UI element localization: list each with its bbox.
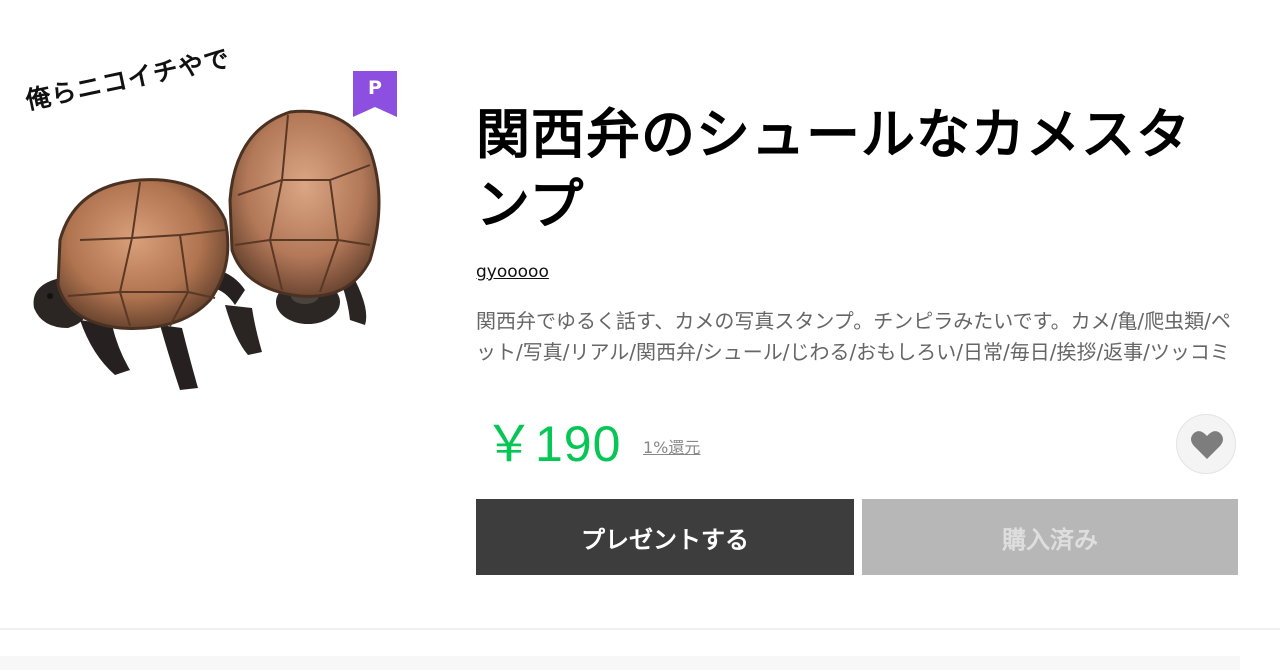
premium-badge: P — [353, 71, 397, 117]
price: ￥190 — [484, 416, 622, 472]
heart-icon — [1191, 431, 1223, 459]
product-title: 関西弁のシュールなカメスタンプ — [476, 103, 1191, 236]
cashback-link[interactable]: 1%還元 — [643, 434, 700, 458]
product-description: 関西弁でゆるく話す、カメの写真スタンプ。チンピラみたいです。カメ/亀/爬虫類/ペ… — [476, 309, 1231, 364]
favorite-button[interactable] — [1176, 414, 1236, 474]
sticker-detail-page: 俺らニコイチやで P 関西弁のシュールなカメスタンプ gyooooo 関西弁でゆ… — [0, 0, 1280, 670]
present-button[interactable]: プレゼントする — [476, 499, 854, 575]
purchased-button: 購入済み — [862, 499, 1238, 575]
premium-badge-letter: P — [368, 77, 382, 99]
next-section-strip — [0, 656, 1240, 670]
sticker-image — [20, 70, 400, 430]
section-divider — [0, 628, 1280, 630]
author-link[interactable]: gyooooo — [476, 262, 549, 282]
